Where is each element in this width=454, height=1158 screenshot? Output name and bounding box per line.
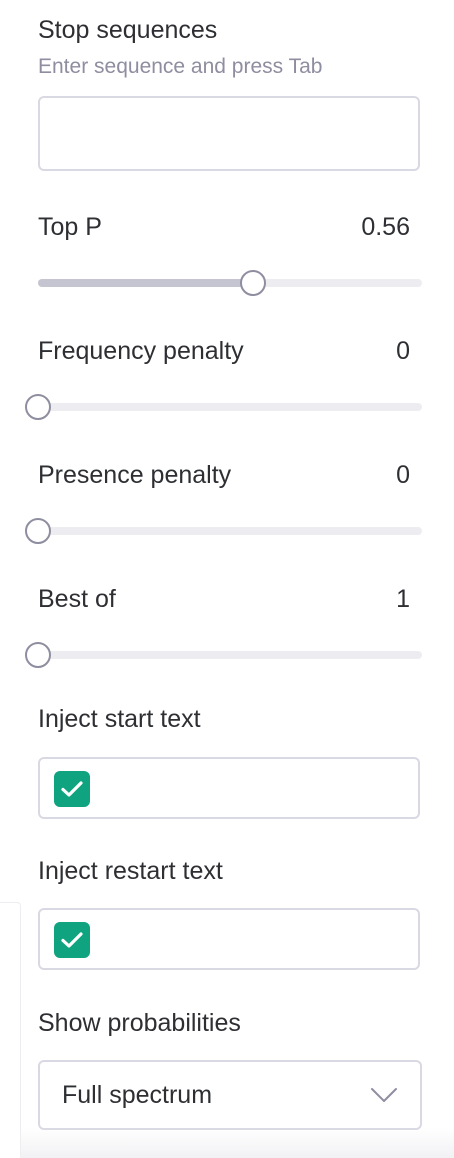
slider-thumb[interactable] xyxy=(240,270,267,296)
stop-sequences-input[interactable] xyxy=(38,96,420,171)
slider-thumb[interactable] xyxy=(25,518,51,544)
top-p-label: Top P xyxy=(38,213,102,241)
slider-track xyxy=(38,651,422,659)
stop-sequences-hint: Enter sequence and press Tab xyxy=(38,55,323,78)
best-of-label: Best of xyxy=(38,585,116,613)
check-icon xyxy=(61,932,83,948)
presence-penalty-slider[interactable] xyxy=(25,518,422,544)
frequency-penalty-label: Frequency penalty xyxy=(38,337,244,365)
stop-sequences-label: Stop sequences xyxy=(38,16,218,44)
frequency-penalty-value: 0 xyxy=(396,337,410,365)
check-icon xyxy=(61,781,83,797)
chevron-down-icon xyxy=(371,1088,397,1102)
show-probabilities-label: Show probabilities xyxy=(38,1009,241,1037)
inject-start-text-checkbox[interactable] xyxy=(54,771,90,807)
slider-thumb[interactable] xyxy=(25,394,51,420)
top-p-slider[interactable] xyxy=(38,270,422,296)
presence-penalty-label: Presence penalty xyxy=(38,461,232,489)
frequency-penalty-slider[interactable] xyxy=(25,394,422,420)
slider-track xyxy=(38,527,422,535)
side-panel-edge xyxy=(0,902,21,1158)
show-probabilities-selected: Full spectrum xyxy=(62,1081,213,1109)
inject-restart-text-field[interactable] xyxy=(38,908,420,970)
inject-start-text-label: Inject start text xyxy=(38,705,201,733)
best-of-value: 1 xyxy=(396,585,410,613)
top-p-value: 0.56 xyxy=(361,213,410,241)
slider-thumb[interactable] xyxy=(25,642,51,668)
slider-fill xyxy=(38,279,254,287)
inject-start-text-field[interactable] xyxy=(38,757,420,819)
inject-restart-text-checkbox[interactable] xyxy=(54,922,90,958)
slider-track xyxy=(38,403,422,411)
show-probabilities-select[interactable]: Full spectrum xyxy=(38,1060,422,1130)
best-of-slider[interactable] xyxy=(25,642,422,668)
inject-restart-text-label: Inject restart text xyxy=(38,857,223,885)
presence-penalty-value: 0 xyxy=(396,461,410,489)
scroll-fade xyxy=(20,1128,454,1158)
settings-panel: Stop sequences Enter sequence and press … xyxy=(0,0,454,1158)
